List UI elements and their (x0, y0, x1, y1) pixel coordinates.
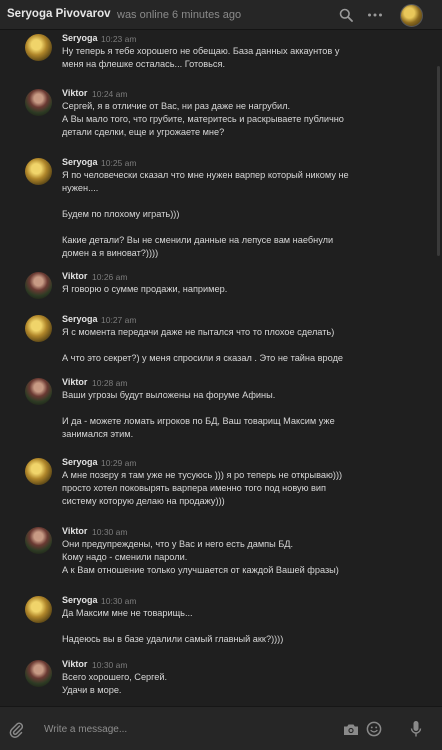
avatar[interactable] (25, 527, 52, 554)
contact-status: was online 6 minutes ago (117, 9, 242, 21)
message-author[interactable]: Seryoga (62, 595, 98, 605)
emoji-icon[interactable] (365, 720, 383, 738)
message-text: Они предупреждены, что у Вас и него есть… (62, 539, 339, 575)
message-author[interactable]: Seryoga (62, 157, 98, 167)
more-icon[interactable] (364, 4, 386, 26)
message-time: 10:29 am (101, 458, 137, 468)
message-text: Да Максим мне не товарищь... Надеюсь вы … (62, 608, 284, 644)
message-author[interactable]: Viktor (62, 659, 87, 669)
message-text: А мне позеру я там уже не тусуюсь ))) я … (62, 470, 343, 506)
avatar[interactable] (25, 158, 52, 185)
message-text: Я с момента передачи даже не пытался что… (62, 327, 344, 363)
message-text: Я говорю о сумме продажи, например. (62, 284, 228, 294)
message-text: Я по человечески сказал что мне нужен ва… (62, 170, 349, 258)
avatar[interactable] (25, 458, 52, 485)
message-author[interactable]: Viktor (62, 526, 87, 536)
message-author[interactable]: Viktor (62, 271, 87, 281)
message-time: 10:26 am (92, 272, 128, 282)
message-time: 10:27 am (101, 315, 137, 325)
message-author[interactable]: Seryoga (62, 457, 98, 467)
avatar[interactable] (25, 89, 52, 116)
message-time: 10:23 am (101, 34, 137, 44)
message-author[interactable]: Viktor (62, 377, 87, 387)
attach-icon[interactable] (7, 719, 25, 739)
message-list: Seryoga 10:23 am Ну теперь я тебе хороше… (0, 30, 442, 706)
avatar[interactable] (25, 315, 52, 342)
scrollbar[interactable] (437, 66, 440, 256)
microphone-icon[interactable] (407, 718, 425, 740)
message-composer: Write a message... (0, 706, 442, 750)
avatar[interactable] (25, 272, 52, 299)
message-time: 10:30 am (101, 596, 137, 606)
message-time: 10:28 am (92, 378, 128, 388)
message-input[interactable]: Write a message... (44, 724, 127, 735)
message-text: Всего хорошего, Сергей. Удачи в море. (62, 672, 168, 695)
contact-name[interactable]: Seryoga Pivovarov (7, 8, 111, 20)
avatar[interactable] (400, 4, 423, 27)
camera-icon[interactable] (342, 720, 360, 738)
message-time: 10:24 am (92, 89, 128, 99)
message-author[interactable]: Seryoga (62, 314, 98, 324)
message-time: 10:25 am (101, 158, 137, 168)
avatar[interactable] (25, 34, 52, 61)
message-time: 10:30 am (92, 660, 128, 670)
avatar[interactable] (25, 596, 52, 623)
message-text: Ну теперь я тебе хорошего не обещаю. Баз… (62, 46, 340, 69)
chat-header: Seryoga Pivovarov was online 6 minutes a… (0, 0, 442, 30)
message-text: Сергей, я в отличие от Вас, ни раз даже … (62, 101, 344, 137)
avatar[interactable] (25, 378, 52, 405)
message-time: 10:30 am (92, 527, 128, 537)
message-author[interactable]: Viktor (62, 88, 87, 98)
avatar[interactable] (25, 660, 52, 687)
message-author[interactable]: Seryoga (62, 33, 98, 43)
search-icon[interactable] (335, 4, 357, 26)
message-text: Ваши угрозы будут выложены на форуме Афи… (62, 390, 335, 439)
